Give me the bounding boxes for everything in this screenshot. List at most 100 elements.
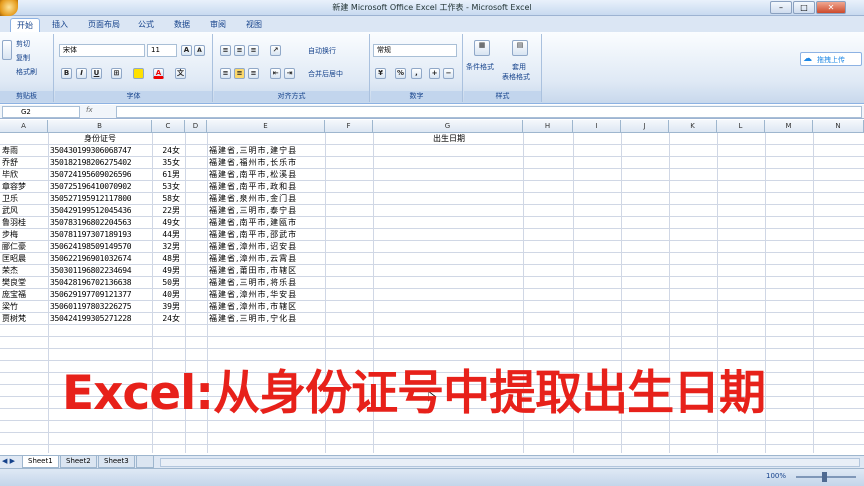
font-name-select[interactable]: 宋体 [59, 44, 145, 57]
cell-sex[interactable]: 男 [172, 169, 186, 181]
cell-address[interactable]: 福建省,南平市,建瓯市 [209, 217, 324, 229]
tab-review[interactable]: 审阅 [204, 18, 232, 32]
cell-age[interactable]: 22 [150, 205, 172, 217]
cell-sex[interactable]: 男 [172, 253, 186, 265]
format-painter-button[interactable]: 格式刷 [16, 67, 37, 77]
cell-id-number[interactable]: 350724195609026596 [50, 169, 150, 181]
phonetic-icon[interactable]: 文 [175, 68, 186, 79]
cell-sex[interactable]: 女 [172, 217, 186, 229]
column-header-g[interactable]: G [373, 120, 523, 133]
cell-address[interactable]: 福建省,三明市,建宁县 [209, 145, 324, 157]
cell-name[interactable]: 匡昭晨 [2, 253, 48, 265]
cell-id-number[interactable]: 350182198206275402 [50, 157, 150, 169]
cell-age[interactable]: 40 [150, 289, 172, 301]
tab-home[interactable]: 开始 [10, 18, 40, 32]
cell-address[interactable]: 福建省,南平市,邵武市 [209, 229, 324, 241]
orientation-icon[interactable]: ↗ [270, 45, 281, 56]
cell-id-number[interactable]: 350428196702136638 [50, 277, 150, 289]
table-format-icon[interactable]: ▤ [512, 40, 528, 56]
cell-name[interactable]: 乔舒 [2, 157, 48, 169]
upload-button[interactable]: ☁ 拖拽上传 [800, 52, 862, 66]
cell-sex[interactable]: 男 [172, 289, 186, 301]
column-header-a[interactable]: A [0, 120, 48, 133]
cell-age[interactable]: 49 [150, 265, 172, 277]
cell-sex[interactable]: 男 [172, 229, 186, 241]
cell-id-number[interactable]: 350430199306068747 [50, 145, 150, 157]
cell-age[interactable]: 61 [150, 169, 172, 181]
cell-id-number[interactable]: 350429199512045436 [50, 205, 150, 217]
cell-address[interactable]: 福建省,三明市,将乐县 [209, 277, 324, 289]
column-header-d[interactable]: D [185, 120, 207, 133]
zoom-slider-handle[interactable] [822, 472, 827, 482]
tab-insert[interactable]: 插入 [46, 18, 74, 32]
tab-formulas[interactable]: 公式 [132, 18, 160, 32]
column-header-m[interactable]: M [765, 120, 813, 133]
font-color-icon[interactable]: A [153, 68, 164, 79]
column-header-k[interactable]: K [669, 120, 717, 133]
cell-address[interactable]: 福建省,南平市,政和县 [209, 181, 324, 193]
bold-icon[interactable]: B [61, 68, 72, 79]
cell-name[interactable]: 贾树梵 [2, 313, 48, 325]
cell-sex[interactable]: 女 [172, 313, 186, 325]
cell-id-number[interactable]: 350527195912117800 [50, 193, 150, 205]
cell-id-number[interactable]: 350725196410070902 [50, 181, 150, 193]
cell-sex[interactable]: 女 [172, 181, 186, 193]
decrease-indent-icon[interactable]: ⇤ [270, 68, 281, 79]
percent-icon[interactable]: % [395, 68, 406, 79]
align-middle-icon[interactable]: ≡ [234, 45, 245, 56]
cell-address[interactable]: 福建省,福州市,长乐市 [209, 157, 324, 169]
increase-decimal-icon[interactable]: + [429, 68, 440, 79]
cell-sex[interactable]: 男 [172, 265, 186, 277]
column-header-j[interactable]: J [621, 120, 669, 133]
cell-age[interactable]: 44 [150, 229, 172, 241]
cell-name[interactable]: 鲁羽桂 [2, 217, 48, 229]
cell-address[interactable]: 福建省,漳州市,云霄县 [209, 253, 324, 265]
cell-sex[interactable]: 女 [172, 157, 186, 169]
cell-name[interactable]: 寿雨 [2, 145, 48, 157]
column-header-h[interactable]: H [523, 120, 573, 133]
cell-id-number[interactable]: 350424199305271228 [50, 313, 150, 325]
align-right-icon[interactable]: ≡ [248, 68, 259, 79]
conditional-format-icon[interactable]: ▦ [474, 40, 490, 56]
cell-address[interactable]: 福建省,莆田市,市辖区 [209, 265, 324, 277]
cell-age[interactable]: 49 [150, 217, 172, 229]
cell-id-number[interactable]: 350781197307189193 [50, 229, 150, 241]
copy-button[interactable]: 复制 [16, 53, 30, 63]
cell-sex[interactable]: 男 [172, 277, 186, 289]
paste-icon[interactable] [2, 40, 12, 60]
cell-age[interactable]: 48 [150, 253, 172, 265]
tab-view[interactable]: 视图 [240, 18, 268, 32]
merge-center-button[interactable]: 合并后居中 [308, 69, 343, 79]
fill-color-icon[interactable] [133, 68, 144, 79]
cell-id-number[interactable]: 350783196802204563 [50, 217, 150, 229]
cell-age[interactable]: 39 [150, 301, 172, 313]
cell-name[interactable]: 樊良堂 [2, 277, 48, 289]
border-icon[interactable]: ⊞ [111, 68, 122, 79]
sheet-tab-1[interactable]: Sheet1 [22, 456, 59, 468]
zoom-level[interactable]: 100% [766, 472, 786, 480]
cell-address[interactable]: 福建省,漳州市,华安县 [209, 289, 324, 301]
cell-age[interactable]: 32 [150, 241, 172, 253]
cell-sex[interactable]: 女 [172, 193, 186, 205]
cell-address[interactable]: 福建省,泉州市,金门县 [209, 193, 324, 205]
header-birthdate[interactable]: 出生日期 [325, 133, 573, 145]
column-header-i[interactable]: I [573, 120, 621, 133]
cell-age[interactable]: 58 [150, 193, 172, 205]
font-size-select[interactable]: 11 [147, 44, 177, 57]
column-header-n[interactable]: N [813, 120, 864, 133]
align-center-icon[interactable]: ≡ [234, 68, 245, 79]
cell-sex[interactable]: 男 [172, 301, 186, 313]
cell-age[interactable]: 53 [150, 181, 172, 193]
formula-input[interactable] [116, 106, 862, 118]
shrink-font-icon[interactable]: A [194, 45, 205, 56]
cell-address[interactable]: 福建省,南平市,松溪县 [209, 169, 324, 181]
cell-name[interactable]: 梁竹 [2, 301, 48, 313]
cell-address[interactable]: 福建省,三明市,宁化县 [209, 313, 324, 325]
cell-name[interactable]: 毕欣 [2, 169, 48, 181]
align-left-icon[interactable]: ≡ [220, 68, 231, 79]
cell-age[interactable]: 24 [150, 145, 172, 157]
wrap-text-button[interactable]: 自动换行 [308, 46, 336, 56]
cell-name[interactable]: 郦仁豪 [2, 241, 48, 253]
decrease-decimal-icon[interactable]: − [443, 68, 454, 79]
number-format-select[interactable]: 常规 [373, 44, 457, 57]
